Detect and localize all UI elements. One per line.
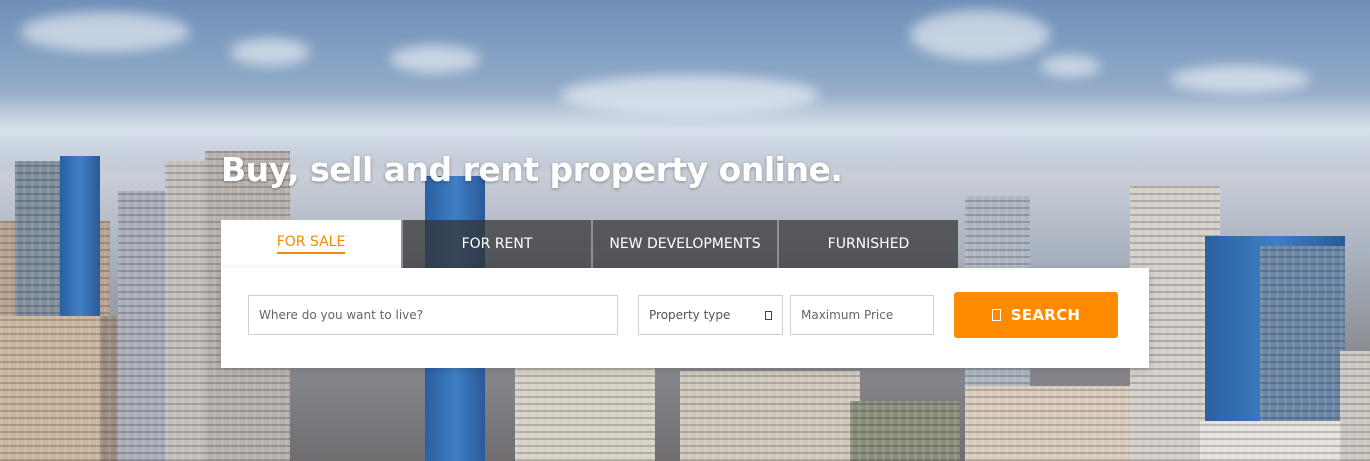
building: [965, 386, 1155, 461]
hero-banner: Buy, sell and rent property online. FOR …: [0, 0, 1370, 461]
tab-label: FURNISHED: [827, 236, 910, 252]
search-button[interactable]: SEARCH: [954, 292, 1118, 338]
tab-label: FOR SALE: [276, 234, 346, 254]
chevron-down-icon: [765, 310, 772, 320]
building: [850, 401, 960, 461]
tab-for-rent[interactable]: FOR RENT: [401, 220, 591, 268]
building: [515, 361, 655, 461]
search-panel: Property type SEARCH: [221, 268, 1149, 368]
cloud: [1170, 65, 1310, 93]
property-type-value: Property type: [649, 308, 731, 322]
cloud: [910, 10, 1050, 60]
building: [680, 371, 860, 461]
tab-new-developments[interactable]: NEW DEVELOPMENTS: [591, 220, 777, 268]
tab-label: FOR RENT: [461, 236, 533, 252]
property-type-select[interactable]: Property type: [638, 295, 783, 335]
tab-for-sale[interactable]: FOR SALE: [221, 220, 401, 268]
location-input[interactable]: [248, 295, 618, 335]
cloud: [230, 38, 310, 66]
cloud: [1040, 55, 1100, 77]
tab-label: NEW DEVELOPMENTS: [609, 236, 761, 252]
building: [1340, 351, 1370, 461]
cloud: [390, 45, 480, 73]
page-headline: Buy, sell and rent property online.: [221, 150, 843, 189]
building: [0, 316, 100, 461]
max-price-input[interactable]: [790, 295, 934, 335]
search-button-label: SEARCH: [1010, 306, 1081, 324]
search-icon: [991, 309, 1001, 321]
cloud: [20, 12, 190, 52]
building: [165, 161, 210, 461]
listing-type-tabs: FOR SALE FOR RENT NEW DEVELOPMENTS FURNI…: [221, 220, 958, 268]
tab-furnished[interactable]: FURNISHED: [777, 220, 958, 268]
